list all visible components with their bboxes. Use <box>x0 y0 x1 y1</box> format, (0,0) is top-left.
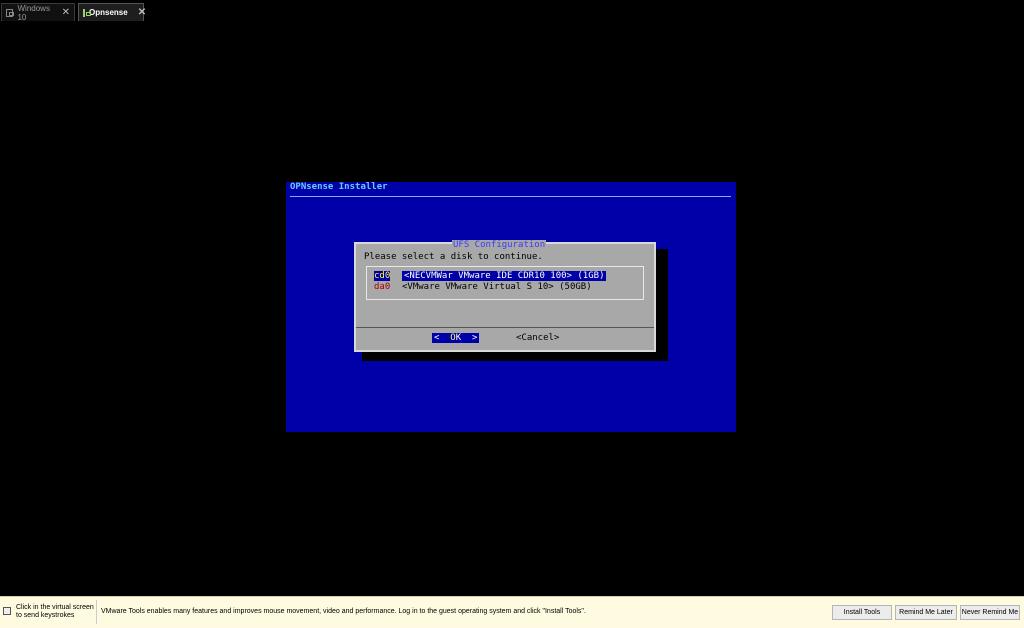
tab-windows-10[interactable]: Windows 10 ✕ <box>1 3 75 22</box>
never-remind-button[interactable]: Never Remind Me <box>960 605 1020 620</box>
disk-tag: da0 <box>374 282 391 292</box>
title-rule <box>290 196 731 197</box>
vmware-tools-bar: Click in the virtual screen to send keys… <box>0 596 1024 628</box>
vm-tab-bar: Windows 10 ✕ Opnsense ✕ <box>0 0 1024 22</box>
tools-message: VMware Tools enables many features and i… <box>101 608 586 615</box>
disk-description: <VMware VMware Virtual S 10> (50GB) <box>402 282 592 292</box>
install-tools-button[interactable]: Install Tools <box>832 605 892 620</box>
keyboard-icon <box>3 607 11 615</box>
vm-icon <box>83 8 91 17</box>
disk-row-da0[interactable]: da0 <VMware VMware Virtual S 10> (50GB) <box>374 282 592 292</box>
disk-row-cd0[interactable]: cd0 <NECVMWar VMware IDE CDR10 100> (1GB… <box>374 271 607 281</box>
divider <box>96 600 97 624</box>
keystroke-hint: Click in the virtual screen to send keys… <box>16 604 94 619</box>
close-icon[interactable]: ✕ <box>138 7 146 18</box>
disk-tag: cd0 <box>374 271 391 281</box>
disk-description: <NECVMWar VMware IDE CDR10 100> (1GB) <box>402 271 607 281</box>
dialog-prompt: Please select a disk to continue. <box>364 252 543 262</box>
remind-later-button[interactable]: Remind Me Later <box>895 605 957 620</box>
vm-icon <box>6 8 15 17</box>
close-icon[interactable]: ✕ <box>62 7 70 18</box>
ok-button[interactable]: < OK > <box>432 333 480 343</box>
tab-label: Opnsense <box>89 8 128 17</box>
cancel-button[interactable]: <Cancel> <box>516 333 559 343</box>
tab-opnsense[interactable]: Opnsense ✕ <box>78 3 146 21</box>
dialog-title: UFS Configuration <box>452 240 547 250</box>
installer-title: OPNsense Installer <box>290 182 388 192</box>
ufs-config-dialog: UFS Configuration Please select a disk t… <box>354 240 656 352</box>
tab-label: Windows 10 <box>17 3 50 22</box>
button-divider <box>356 327 654 328</box>
